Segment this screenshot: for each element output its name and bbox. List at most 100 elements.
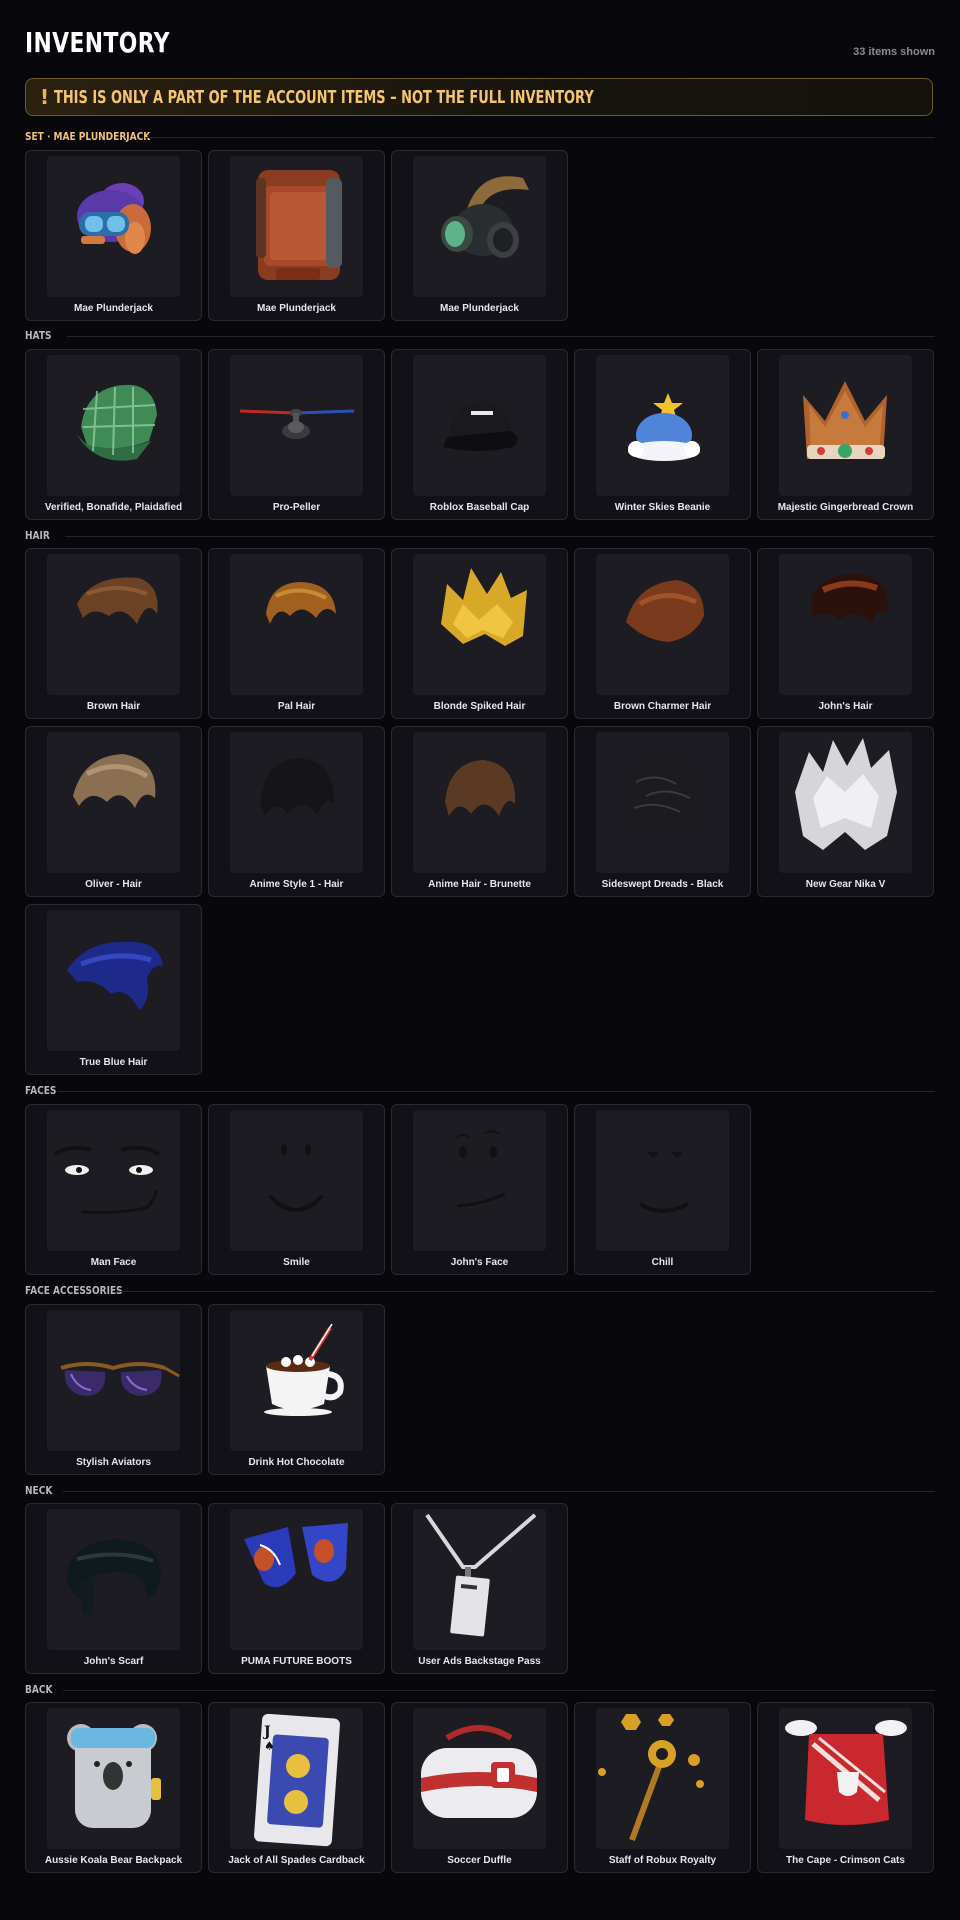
item-card[interactable]: Man Face — [25, 1104, 202, 1275]
item-card[interactable]: Mae Plunderjack — [25, 150, 202, 321]
item-name: Jack of All Spades Cardback — [228, 1855, 365, 1866]
item-name: Majestic Gingerbread Crown — [777, 502, 914, 513]
helmet-icon — [47, 156, 180, 297]
section-divider — [117, 1291, 935, 1292]
scarf-icon — [47, 1509, 180, 1650]
item-card[interactable]: True Blue Hair — [25, 904, 202, 1075]
item-card[interactable]: User Ads Backstage Pass — [391, 1503, 568, 1674]
section-header-set: SET · MAE PLUNDERJACK — [25, 130, 935, 144]
item-name: New Gear Nika V — [805, 879, 886, 890]
item-card[interactable]: PUMA FUTURE BOOTS — [208, 1503, 385, 1674]
item-card[interactable]: Winter Skies Beanie — [574, 349, 751, 520]
hair-icon — [230, 554, 363, 695]
section-divider — [65, 536, 935, 537]
face-icon — [596, 1110, 729, 1251]
item-card[interactable]: John's Scarf — [25, 1503, 202, 1674]
item-card[interactable]: Roblox Baseball Cap — [391, 349, 568, 520]
section-label: SET · MAE PLUNDERJACK — [25, 130, 151, 143]
items-count: 33 items shown — [853, 46, 935, 58]
item-card[interactable]: Anime Hair - Brunette — [391, 726, 568, 897]
gas-mask-icon — [413, 156, 546, 297]
section-header-neck: NECK — [25, 1484, 935, 1498]
propeller-icon — [230, 355, 363, 496]
svg-text:J: J — [262, 1724, 271, 1740]
item-name: Pro-Peller — [272, 502, 321, 513]
crown-icon — [779, 355, 912, 496]
item-card[interactable]: Smile — [208, 1104, 385, 1275]
section-divider — [57, 1091, 935, 1092]
section-label: HAIR — [25, 529, 50, 542]
face-icon — [47, 1110, 180, 1251]
item-name: The Cape - Crimson Cats — [786, 1855, 905, 1866]
section-label: FACES — [25, 1084, 57, 1097]
section-header-back: BACK — [25, 1683, 935, 1697]
item-card[interactable]: Anime Style 1 - Hair — [208, 726, 385, 897]
item-card[interactable]: Mae Plunderjack — [208, 150, 385, 321]
face-icon — [413, 1110, 546, 1251]
item-card[interactable]: Pal Hair — [208, 548, 385, 719]
hair-icon — [596, 554, 729, 695]
item-card[interactable]: J ♠ Jack of All Spades Cardback — [208, 1702, 385, 1873]
section-header-hats: HATS — [25, 329, 935, 343]
item-name: Sideswept Dreads - Black — [601, 879, 724, 890]
item-name: Mae Plunderjack — [440, 303, 519, 314]
item-name: Roblox Baseball Cap — [429, 502, 530, 513]
section-divider — [67, 336, 935, 337]
item-card[interactable]: Stylish Aviators — [25, 1304, 202, 1475]
item-name: Drink Hot Chocolate — [248, 1457, 345, 1468]
item-card[interactable]: John's Hair — [757, 548, 934, 719]
item-card[interactable]: Oliver - Hair — [25, 726, 202, 897]
face-icon — [230, 1110, 363, 1251]
item-card[interactable]: Mae Plunderjack — [391, 150, 568, 321]
koala-backpack-icon — [47, 1708, 180, 1849]
hair-icon — [47, 554, 180, 695]
item-card[interactable]: Staff of Robux Royalty — [574, 1702, 751, 1873]
item-card[interactable]: Aussie Koala Bear Backpack — [25, 1702, 202, 1873]
item-card[interactable]: The Cape - Crimson Cats — [757, 1702, 934, 1873]
item-name: Chill — [651, 1257, 674, 1268]
warning-icon: ! — [40, 85, 50, 109]
item-name: John's Hair — [818, 701, 873, 712]
hair-icon — [47, 732, 180, 873]
staff-icon — [596, 1708, 729, 1849]
section-label: BACK — [25, 1683, 53, 1696]
item-name: True Blue Hair — [79, 1057, 148, 1068]
item-card[interactable]: Brown Charmer Hair — [574, 548, 751, 719]
beanie-icon — [596, 355, 729, 496]
item-card[interactable]: Sideswept Dreads - Black — [574, 726, 751, 897]
inventory-header: INVENTORY 33 items shown — [25, 24, 935, 64]
item-card[interactable]: Soccer Duffle — [391, 1702, 568, 1873]
item-name: Soccer Duffle — [447, 1855, 512, 1866]
section-divider — [63, 1491, 935, 1492]
item-card[interactable]: Pro-Peller — [208, 349, 385, 520]
item-card[interactable]: Chill — [574, 1104, 751, 1275]
item-name: Stylish Aviators — [76, 1457, 151, 1468]
hair-icon — [413, 554, 546, 695]
section-header-faces: FACES — [25, 1084, 935, 1098]
item-name: PUMA FUTURE BOOTS — [241, 1656, 352, 1667]
item-name: Smile — [283, 1257, 310, 1268]
hair-icon — [779, 554, 912, 695]
item-card[interactable]: Drink Hot Chocolate — [208, 1304, 385, 1475]
playing-card-icon: J ♠ — [230, 1708, 363, 1849]
section-divider — [145, 137, 935, 138]
hair-icon — [230, 732, 363, 873]
hair-icon — [413, 732, 546, 873]
lanyard-icon — [413, 1509, 546, 1650]
item-card[interactable]: Brown Hair — [25, 548, 202, 719]
section-label: NECK — [25, 1484, 53, 1497]
item-card[interactable]: John's Face — [391, 1104, 568, 1275]
sunglasses-icon — [47, 1310, 180, 1451]
item-name: John's Face — [450, 1257, 509, 1268]
hair-icon — [596, 732, 729, 873]
item-card[interactable]: New Gear Nika V — [757, 726, 934, 897]
item-name: Oliver - Hair — [85, 879, 142, 890]
inventory-page: INVENTORY 33 items shown ! THIS IS ONLY … — [0, 0, 960, 1920]
item-name: Brown Hair — [86, 701, 141, 712]
duffle-bag-icon — [413, 1708, 546, 1849]
hair-icon — [779, 732, 912, 873]
item-card[interactable]: Verified, Bonafide, Plaidafied — [25, 349, 202, 520]
item-card[interactable]: Majestic Gingerbread Crown — [757, 349, 934, 520]
section-header-face-accessories: FACE ACCESSORIES — [25, 1284, 935, 1298]
item-card[interactable]: Blonde Spiked Hair — [391, 548, 568, 719]
